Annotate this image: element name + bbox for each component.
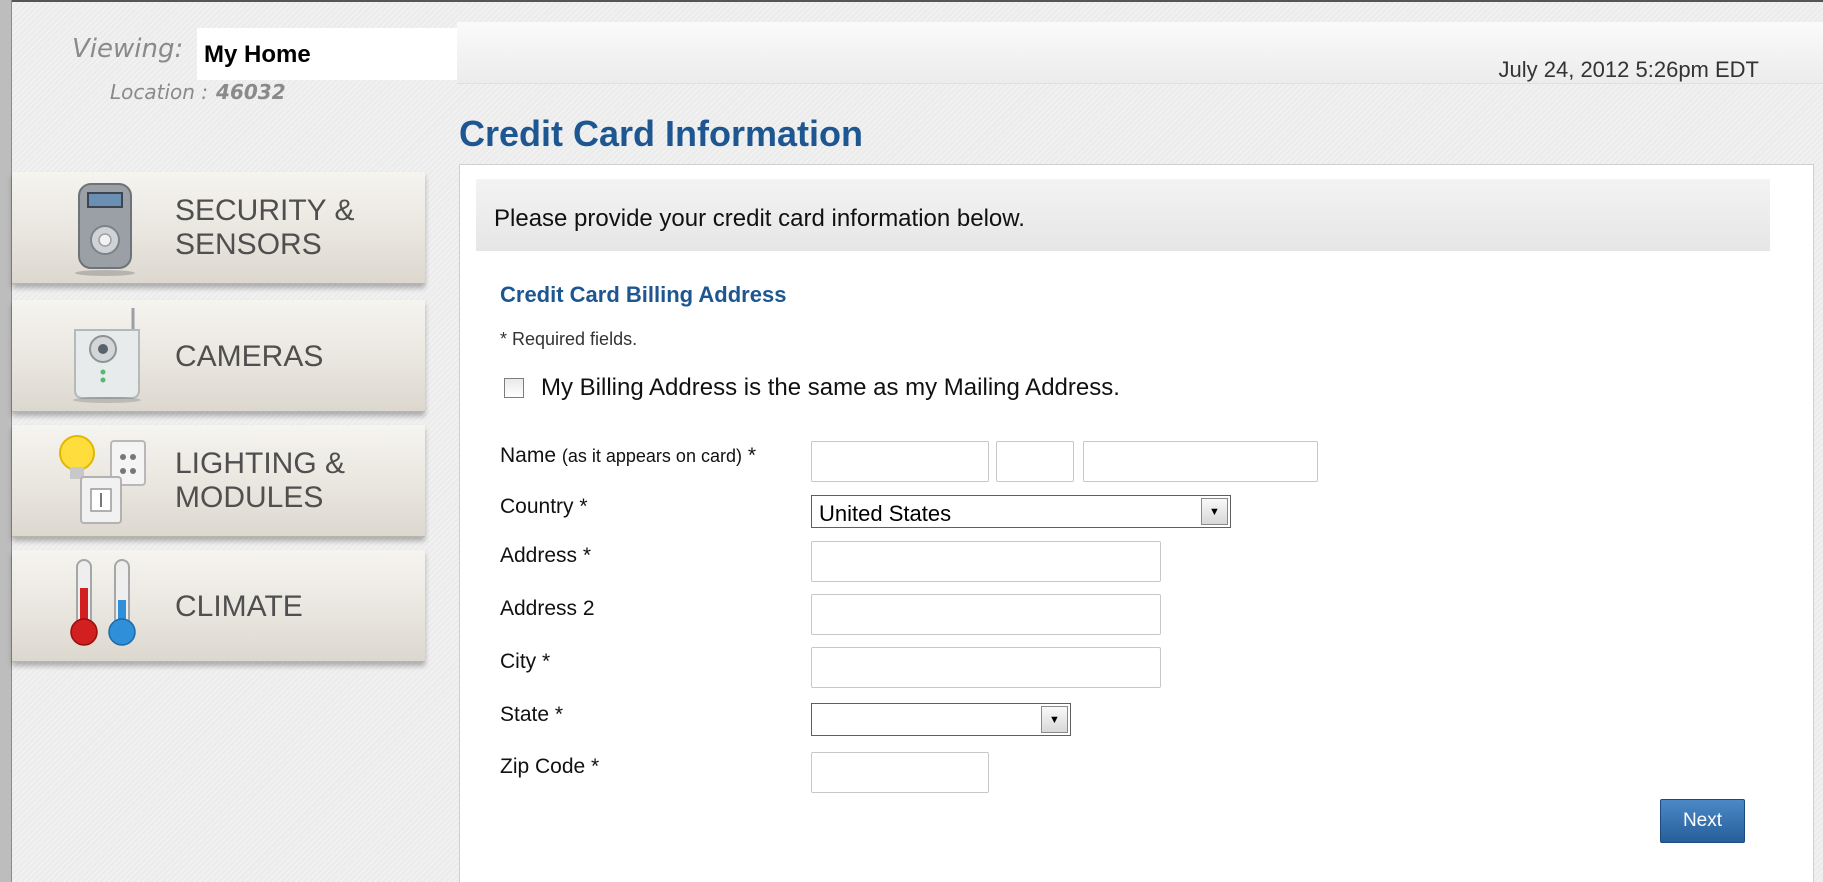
keypad-icon (75, 183, 135, 276)
address2-input[interactable] (811, 594, 1161, 635)
intro-band: Please provide your credit card informat… (476, 179, 1770, 251)
name-required-mark: * (747, 444, 756, 467)
header-band: July 24, 2012 5:26pm EDT (457, 22, 1823, 84)
same-address-checkbox[interactable] (504, 378, 524, 398)
billing-address-heading: Credit Card Billing Address (500, 282, 787, 307)
address2-label: Address 2 (500, 597, 595, 620)
home-name[interactable]: My Home (204, 41, 311, 69)
sidebar-item-label: SECURITY & SENSORS (175, 194, 355, 261)
thermometer-icon (70, 559, 136, 646)
name-label-text: Name (500, 444, 557, 467)
name-label: Name (as it appears on card) * (500, 444, 756, 468)
sidebar-item-lighting[interactable]: LIGHTING & MODULES (12, 425, 425, 537)
location-line: Location : 46032 (110, 80, 286, 104)
zip-label: Zip Code * (500, 755, 600, 778)
sidebar-item-climate[interactable]: CLIMATE (12, 550, 425, 662)
address-label: Address * (500, 544, 592, 567)
required-fields-note: * Required fields. (500, 329, 638, 349)
state-label: State * (500, 703, 564, 726)
lightbulb-outlet-icon (59, 435, 146, 524)
camera-icon (73, 308, 141, 403)
window-frame-top (0, 0, 1823, 2)
intro-text: Please provide your credit card informat… (494, 205, 1025, 232)
sidebar-item-cameras[interactable]: CAMERAS (12, 300, 425, 412)
viewing-label: Viewing: (72, 34, 184, 64)
chevron-down-icon[interactable]: ▼ (1201, 498, 1228, 525)
chevron-down-icon[interactable]: ▼ (1041, 706, 1068, 733)
page-title: Credit Card Information (459, 113, 864, 154)
first-name-input[interactable] (811, 441, 989, 482)
name-label-note: (as it appears on card) (561, 446, 742, 466)
last-name-input[interactable] (1083, 441, 1318, 482)
country-select[interactable]: United States ▼ (811, 495, 1231, 528)
city-label: City * (500, 650, 551, 673)
country-label: Country * (500, 495, 588, 518)
state-select[interactable]: ▼ (811, 703, 1071, 736)
zip-code-input[interactable] (811, 752, 989, 793)
sidebar-item-label: CLIMATE (175, 590, 303, 623)
same-address-label[interactable]: My Billing Address is the same as my Mai… (541, 374, 1120, 402)
city-input[interactable] (811, 647, 1161, 688)
window-frame-left (0, 0, 12, 882)
sidebar-item-security[interactable]: SECURITY & SENSORS (12, 172, 425, 284)
country-select-value: United States (819, 501, 952, 526)
sidebar-item-label: CAMERAS (175, 340, 324, 373)
credit-card-form-panel: Please provide your credit card informat… (459, 164, 1814, 882)
next-button[interactable]: Next (1660, 799, 1745, 843)
sidebar-item-label: LIGHTING & MODULES (175, 447, 346, 514)
middle-initial-input[interactable] (996, 441, 1074, 482)
datetime: July 24, 2012 5:26pm EDT (1498, 57, 1759, 82)
location-label: Location : (110, 80, 209, 104)
location-zip: 46032 (216, 80, 286, 104)
address-input[interactable] (811, 541, 1161, 582)
